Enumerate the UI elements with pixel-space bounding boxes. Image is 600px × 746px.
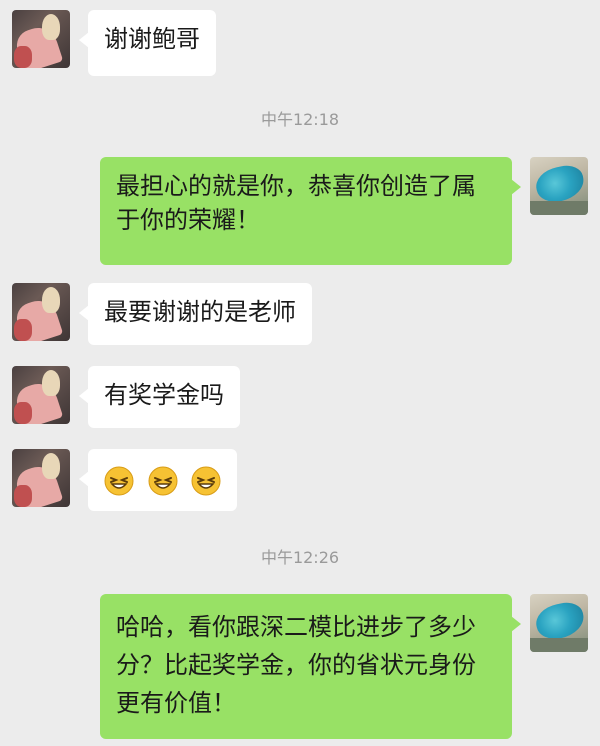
message-text: 最担心的就是你，恭喜你创造了属于你的荣耀！ [116, 172, 476, 234]
message-text: 有奖学金吗 [104, 381, 224, 409]
message-row: 最担心的就是你，恭喜你创造了属于你的荣耀！ [0, 157, 600, 265]
message-row: 谢谢鲍哥 [0, 10, 600, 76]
grin-emoji-icon [191, 466, 221, 496]
timestamp: 中午12:18 [260, 110, 340, 129]
message-row: 哈哈，看你跟深二模比进步了多少分？比起奖学金，你的省状元身份更有价值！ [0, 594, 600, 739]
my-avatar[interactable] [530, 157, 588, 215]
message-text: 谢谢鲍哥 [104, 25, 200, 53]
message-bubble-outgoing[interactable]: 哈哈，看你跟深二模比进步了多少分？比起奖学金，你的省状元身份更有价值！ [100, 594, 521, 739]
message-row: 最要谢谢的是老师 [0, 283, 600, 345]
my-avatar[interactable] [530, 594, 588, 652]
grin-emoji-icon [148, 466, 178, 496]
contact-avatar[interactable] [12, 283, 70, 341]
message-bubble-incoming[interactable]: 有奖学金吗 [79, 366, 240, 428]
message-text: 哈哈，看你跟深二模比进步了多少分？比起奖学金，你的省状元身份更有价值！ [116, 613, 476, 717]
chat-conversation: 谢谢鲍哥 中午12:18 最担心的就是你，恭喜你创造了属于你的荣耀！ 最要谢谢的… [0, 0, 600, 746]
message-bubble-outgoing[interactable]: 最担心的就是你，恭喜你创造了属于你的荣耀！ [100, 157, 521, 265]
message-bubble-incoming[interactable]: 谢谢鲍哥 [79, 10, 216, 76]
message-bubble-incoming[interactable] [78, 449, 238, 511]
timestamp: 中午12:26 [260, 548, 340, 567]
message-row: 有奖学金吗 [0, 366, 600, 428]
contact-avatar[interactable] [12, 366, 70, 424]
contact-avatar[interactable] [12, 10, 70, 68]
message-text: 最要谢谢的是老师 [104, 298, 296, 326]
message-row [0, 449, 600, 511]
message-bubble-incoming[interactable]: 最要谢谢的是老师 [79, 283, 312, 345]
contact-avatar[interactable] [12, 449, 70, 507]
grin-emoji-icon [104, 466, 134, 496]
